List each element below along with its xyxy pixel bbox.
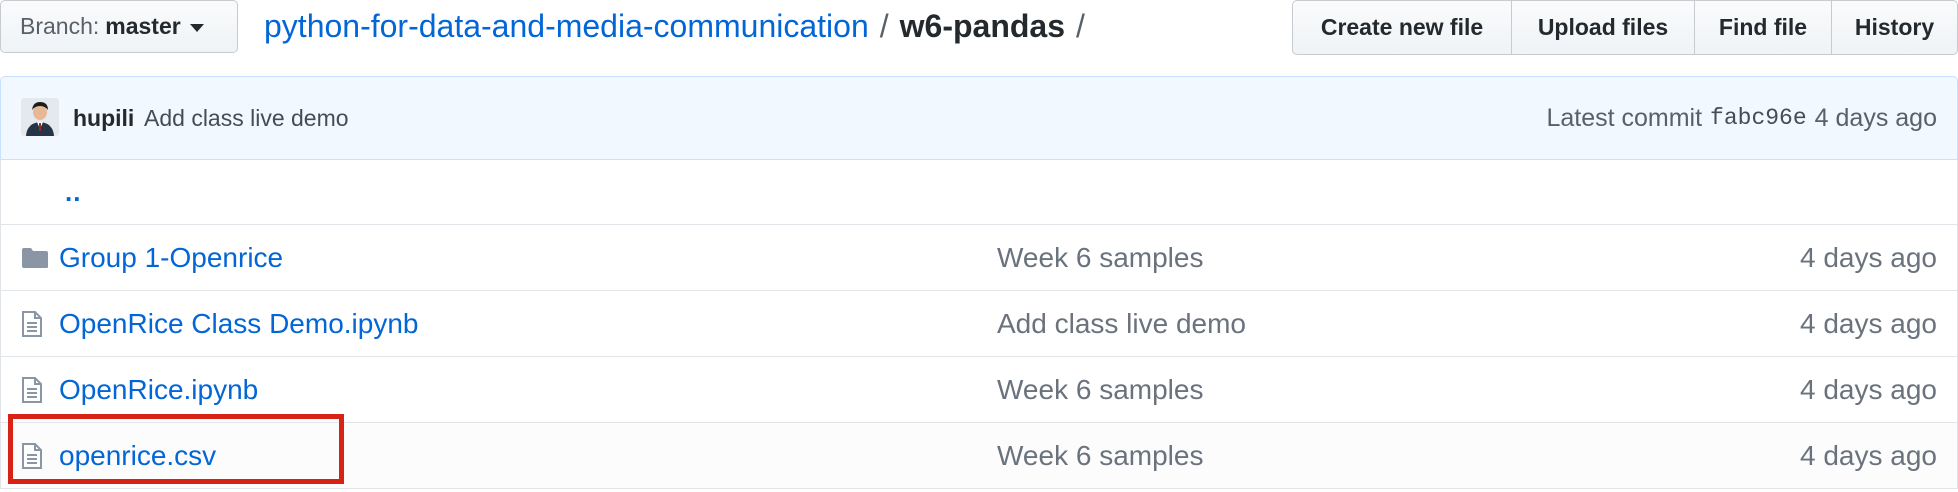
breadcrumb-repo-link[interactable]: python-for-data-and-media-communication (264, 8, 869, 45)
commit-meta: Latest commit fabc96e 4 days ago (1546, 77, 1937, 159)
avatar[interactable] (21, 98, 59, 136)
commit-message-link[interactable]: Week 6 samples (997, 225, 1203, 291)
breadcrumb: python-for-data-and-media-communication … (264, 0, 1096, 53)
breadcrumb-trailing-separator: / (1076, 8, 1085, 44)
branch-select-button[interactable]: Branch: master (0, 0, 238, 53)
list-item: Group 1-Openrice Week 6 samples 4 days a… (0, 225, 1958, 291)
parent-directory-row: .. (0, 160, 1958, 225)
create-new-file-button[interactable]: Create new file (1292, 0, 1512, 55)
file-icon (21, 357, 51, 423)
commit-author-link[interactable]: hupili (73, 77, 134, 159)
find-file-button[interactable]: Find file (1695, 0, 1832, 55)
commit-age: 4 days ago (1800, 374, 1937, 405)
branch-prefix-label: Branch: (20, 13, 100, 39)
history-button[interactable]: History (1832, 0, 1958, 55)
commit-message-link[interactable]: Week 6 samples (997, 357, 1203, 423)
parent-directory-link[interactable]: .. (65, 160, 81, 224)
file-icon (21, 423, 51, 489)
breadcrumb-current-dir: w6-pandas (899, 8, 1065, 44)
chevron-down-icon (189, 23, 204, 32)
file-icon (21, 291, 51, 357)
commit-message-link[interactable]: Add class live demo (144, 77, 349, 159)
breadcrumb-separator: / (879, 8, 889, 44)
commit-age: 4 days ago (1814, 103, 1937, 132)
latest-commit-bar: hupili Add class live demo Latest commit… (0, 76, 1958, 160)
commit-age: 4 days ago (1800, 242, 1937, 273)
commit-age: 4 days ago (1800, 308, 1937, 339)
commit-sha-link[interactable]: fabc96e (1710, 105, 1807, 131)
commit-message-link[interactable]: Add class live demo (997, 291, 1246, 357)
repo-header: Branch: master python-for-data-and-media… (0, 0, 1958, 56)
list-item: OpenRice Class Demo.ipynb Add class live… (0, 291, 1958, 357)
commit-message-link[interactable]: Week 6 samples (997, 423, 1203, 489)
branch-name-label: master (105, 13, 181, 39)
file-name-link[interactable]: OpenRice.ipynb (59, 357, 258, 423)
list-item: OpenRice.ipynb Week 6 samples 4 days ago (0, 357, 1958, 423)
file-name-link[interactable]: openrice.csv (59, 423, 216, 489)
commit-age: 4 days ago (1800, 440, 1937, 471)
upload-files-button[interactable]: Upload files (1512, 0, 1695, 55)
file-list: .. Group 1-Openrice Week 6 samples 4 day… (0, 160, 1958, 489)
file-name-link[interactable]: OpenRice Class Demo.ipynb (59, 291, 419, 357)
file-actions-button-group: Create new file Upload files Find file H… (1292, 0, 1958, 55)
file-name-link[interactable]: Group 1-Openrice (59, 225, 283, 291)
list-item: openrice.csv Week 6 samples 4 days ago (0, 423, 1958, 489)
folder-icon (21, 225, 51, 291)
latest-commit-label: Latest commit (1546, 103, 1703, 132)
